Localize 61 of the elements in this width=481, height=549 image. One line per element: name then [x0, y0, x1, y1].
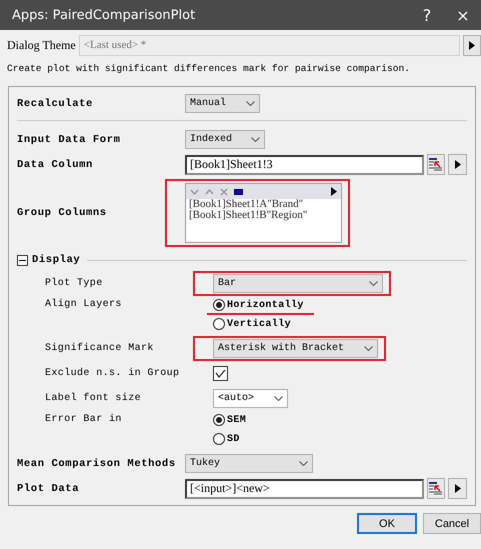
radio-button[interactable]	[213, 433, 225, 445]
dropdown[interactable]: Indexed	[185, 130, 265, 149]
collapse-toggle[interactable]	[17, 254, 28, 266]
column-picker-icon	[429, 158, 442, 171]
dropdown[interactable]: <auto>	[213, 389, 288, 408]
field-label: Align Layers	[44, 298, 123, 310]
radio-label: Vertically	[227, 318, 292, 330]
checkbox[interactable]	[213, 366, 228, 381]
radio-button[interactable]	[213, 299, 225, 311]
field-label: Plot Data	[17, 482, 80, 494]
caret-icon	[274, 396, 283, 401]
field-label: Exclude n.s. in Group	[44, 368, 180, 379]
caret-icon	[246, 101, 255, 106]
arrow-icon	[331, 187, 337, 196]
picker-button[interactable]	[426, 478, 446, 499]
list-box[interactable]: [Book1]Sheet1!A"Brand" [Book1]Sheet1!B"Region"	[185, 183, 342, 243]
radio-label: SD	[227, 434, 240, 444]
field-label: Error Bar in	[44, 412, 123, 425]
section-title: Display	[32, 254, 80, 266]
list-item[interactable]: [Book1]Sheet1!B"Region"	[186, 210, 341, 221]
input-field[interactable]: [Book1]Sheet1!3	[185, 154, 424, 174]
radio-button[interactable]	[213, 318, 225, 330]
check-icon	[215, 369, 226, 378]
field-label: Mean Comparison Methods	[17, 458, 177, 470]
input-field[interactable]: [<input>]<new>	[185, 478, 424, 498]
radio-label: Horizontally	[227, 300, 304, 310]
dropdown[interactable]: Manual	[185, 94, 260, 113]
field-label: Recalculate	[17, 98, 94, 110]
theme-field[interactable]: <Last used> *	[78, 34, 460, 56]
caret-icon	[369, 281, 378, 286]
help-button[interactable]: ?	[409, 0, 445, 30]
dropdown[interactable]: Tukey	[185, 454, 313, 473]
arrow-icon	[454, 484, 461, 493]
color-icon[interactable]	[234, 188, 243, 194]
menu-button[interactable]	[448, 154, 467, 175]
list-item[interactable]: [Book1]Sheet1!A"Brand"	[186, 199, 341, 210]
field-label: Plot Type	[44, 278, 104, 289]
menu-button[interactable]	[448, 478, 467, 499]
arrow-icon	[469, 40, 475, 50]
close-button[interactable]: ×	[445, 0, 481, 30]
dropdown[interactable]: Bar	[213, 274, 383, 293]
description: Create plot with significant differences mark for pairwise comparison.	[6, 62, 412, 76]
field-label: Input Data Form	[17, 134, 122, 146]
theme-menu-button[interactable]	[463, 34, 481, 56]
theme-label: Dialog Theme	[7, 38, 76, 52]
caret-icon	[364, 346, 373, 351]
field-label: Group Columns	[17, 207, 108, 219]
caret-icon	[299, 461, 308, 466]
radio-button[interactable]	[213, 414, 225, 426]
caret-icon	[251, 137, 260, 142]
radio-label: SEM	[227, 414, 246, 426]
cancel-button[interactable]: Cancel	[423, 513, 481, 534]
field-label: Significance Mark	[44, 343, 155, 354]
ok-button[interactable]: OK	[357, 513, 417, 534]
field-label: Data Column	[17, 158, 94, 170]
arrow-icon	[454, 160, 461, 169]
dropdown[interactable]: Asterisk with Bracket	[213, 339, 378, 358]
field-label: Label font size	[44, 393, 142, 404]
column-picker-icon	[429, 482, 442, 495]
picker-button[interactable]	[426, 154, 446, 175]
window-title: Apps: PairedComparisonPlot	[12, 8, 196, 22]
